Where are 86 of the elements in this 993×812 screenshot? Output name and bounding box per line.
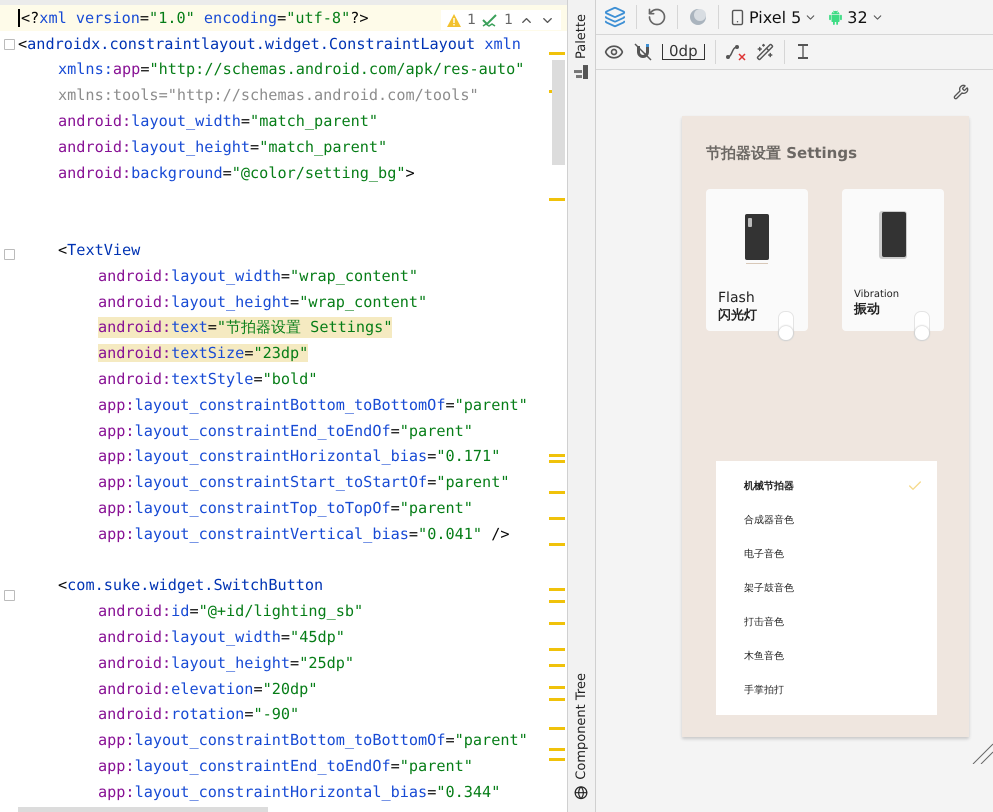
code-line: android:rotation="-90" <box>98 705 300 724</box>
error-stripe-mark <box>549 698 565 701</box>
sound-item[interactable]: 手掌拍打 <box>716 673 937 707</box>
rotate-icon[interactable] <box>647 7 667 27</box>
error-stripe-mark <box>549 588 565 591</box>
error-stripe-mark <box>549 198 565 201</box>
default-margin-control[interactable]: 0dp <box>662 44 705 60</box>
code-line: android:background="@color/setting_bg"> <box>58 164 415 182</box>
warning-count: 1 <box>467 12 476 28</box>
sound-item[interactable]: 电子音色 <box>716 537 937 571</box>
code-line: android:layout_height="match_parent" <box>58 138 388 156</box>
code-line: xmlns:app="http://schemas.android.com/apk/res-auto" <box>58 60 524 78</box>
fold-marker[interactable] <box>4 590 15 601</box>
error-stripe-mark <box>549 52 565 55</box>
wrench-icon[interactable] <box>953 84 969 100</box>
error-stripe-mark <box>549 686 565 689</box>
code-line: app:layout_constraintBottom_toBottomOf="parent" <box>98 731 528 750</box>
resize-handle[interactable] <box>971 742 993 764</box>
layers-icon[interactable] <box>604 6 626 28</box>
text-cursor <box>18 8 20 27</box>
code-line: app:layout_constraintHorizontal_bias="0.344" <box>98 782 500 801</box>
sound-item[interactable]: 打击音色 <box>716 605 937 639</box>
error-stripe-mark <box>549 460 565 463</box>
error-stripe-mark <box>549 491 565 494</box>
code-line: android:id="@+id/lighting_sb" <box>98 602 364 620</box>
palette-icon <box>574 65 588 80</box>
api-level-dropdown[interactable]: 32 <box>827 8 884 26</box>
toggle-switch[interactable] <box>914 311 930 341</box>
code-line: android:layout_height="wrap_content" <box>98 292 428 311</box>
error-stripe-mark <box>549 727 565 730</box>
error-stripe-mark <box>549 664 565 667</box>
palette-tab[interactable]: Palette <box>574 14 589 80</box>
scrollbar-thumb[interactable] <box>18 807 268 812</box>
android-icon <box>827 8 844 26</box>
error-stripe-mark <box>549 758 565 761</box>
code-line: android:layout_height="25dp" <box>98 654 354 672</box>
sound-item[interactable]: 木鱼音色 <box>716 639 937 673</box>
fold-marker[interactable] <box>4 39 15 50</box>
code-line: app:layout_constraintBottom_toBottomOf="parent" <box>98 396 528 414</box>
code-line: app:layout_constraintHorizontal_bias="0.171" <box>98 447 500 466</box>
component-tree-tab[interactable]: Component Tree <box>574 673 589 800</box>
code-line: app:layout_constraintTop_toTopOf="parent" <box>98 499 473 518</box>
card-label: Vibration <box>854 289 900 300</box>
error-stripe-mark <box>549 622 565 625</box>
weak-warning-count: 1 <box>504 12 513 28</box>
code-line: <?xml version="1.0" encoding="utf-8"?> <box>21 8 369 27</box>
sound-item[interactable]: 机械节拍器 <box>716 469 937 503</box>
error-stripe-mark <box>549 648 565 651</box>
phone-icon <box>729 8 746 26</box>
preview-title: 节拍器设置 Settings <box>706 144 858 163</box>
globe-icon <box>574 786 588 800</box>
code-line: app:layout_constraintEnd_toEndOf="parent" <box>98 422 473 440</box>
vibrating-phone-icon <box>876 209 910 261</box>
phone-back-icon <box>744 213 770 265</box>
warning-icon <box>447 14 462 26</box>
error-stripe-mark <box>549 454 565 457</box>
card-label: Flash <box>718 291 755 306</box>
code-line: android:layout_width="45dp" <box>98 628 345 646</box>
code-line: android:textStyle="bold" <box>98 370 318 388</box>
device-dropdown[interactable]: Pixel 5 <box>729 8 818 26</box>
card-label: 闪光灯 <box>718 307 757 324</box>
scrollbar-thumb[interactable] <box>552 60 565 165</box>
magnet-off-icon[interactable] <box>634 43 652 61</box>
error-stripe-mark <box>549 748 565 751</box>
code-line: <com.suke.widget.SwitchButton <box>58 576 324 594</box>
code-line: android:layout_width="match_parent" <box>58 112 378 130</box>
code-line: app:layout_constraintEnd_toEndOf="parent" <box>98 757 473 775</box>
fold-marker[interactable] <box>4 249 15 260</box>
code-line: xmlns:tools="http://schemas.android.com/tools" <box>58 86 479 104</box>
error-stripe-mark <box>549 600 565 603</box>
magic-wand-icon[interactable] <box>756 43 774 61</box>
code-line: <TextView <box>58 241 140 260</box>
code-line: app:layout_constraintVertical_bias="0.041" /> <box>98 524 510 543</box>
weak-warning-icon <box>482 14 498 26</box>
code-line: <androidx.constraintlayout.widget.ConstraintLayout xmln <box>18 34 521 53</box>
clear-constraints-icon[interactable] <box>726 43 746 61</box>
code-line: android:elevation="20dp" <box>98 680 318 698</box>
error-stripe-mark <box>549 543 565 546</box>
inspection-widget[interactable]: 1 1 <box>441 10 561 30</box>
sound-item[interactable]: 合成器音色 <box>716 503 937 537</box>
code-line: app:layout_constraintStart_toStartOf="parent" <box>98 473 510 492</box>
error-stripe-mark <box>549 517 565 520</box>
card-label: 振动 <box>854 301 880 318</box>
sound-item[interactable]: 架子鼓音色 <box>716 571 937 605</box>
toggle-switch[interactable] <box>778 311 794 341</box>
code-line: android:layout_width="wrap_content" <box>98 266 418 285</box>
